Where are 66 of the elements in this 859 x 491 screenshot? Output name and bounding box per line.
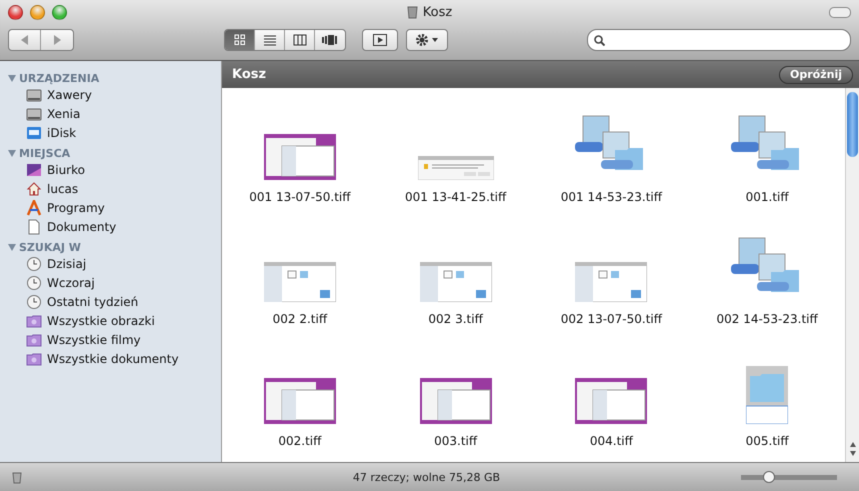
clock-icon bbox=[26, 274, 42, 290]
file-name[interactable]: 005.tiff bbox=[746, 434, 789, 448]
minimize-button[interactable] bbox=[30, 4, 45, 20]
trash-icon bbox=[406, 5, 418, 19]
file-name[interactable]: 002 2.tiff bbox=[272, 312, 328, 326]
scroll-thumb[interactable] bbox=[847, 92, 858, 157]
folder-thumbnail bbox=[746, 366, 788, 424]
folder-icon bbox=[26, 350, 42, 366]
document-icon bbox=[26, 218, 42, 234]
back-arrow-icon bbox=[20, 35, 28, 45]
sidebar-item[interactable]: Dzisiaj bbox=[47, 256, 86, 270]
status-text: 47 rzeczy; wolne 75,28 GB bbox=[352, 470, 502, 484]
slider-thumb[interactable] bbox=[762, 471, 774, 483]
clock-icon bbox=[26, 294, 42, 310]
sidebar-item[interactable]: Wczoraj bbox=[47, 276, 95, 290]
trash-icon[interactable] bbox=[12, 470, 22, 484]
folder-title: Kosz bbox=[232, 67, 266, 82]
icon-view-icon bbox=[234, 34, 246, 46]
file-name[interactable]: 003.tiff bbox=[434, 434, 478, 448]
scroll-arrows-icon[interactable] bbox=[848, 440, 856, 458]
search-field[interactable] bbox=[587, 29, 851, 51]
file-name[interactable]: 004.tiff bbox=[590, 434, 633, 448]
desktop-icon bbox=[26, 162, 42, 178]
file-name[interactable]: 001 14-53-23.tiff bbox=[560, 190, 662, 204]
file-name[interactable]: 001 13-07-50.tiff bbox=[249, 190, 351, 204]
clock-icon bbox=[26, 256, 42, 272]
sidebar-item[interactable]: iDisk bbox=[47, 126, 76, 140]
close-button[interactable] bbox=[8, 4, 23, 20]
sidebar-item[interactable]: Ostatni tydzień bbox=[47, 294, 138, 308]
file-name[interactable]: 002.tiff bbox=[278, 434, 322, 448]
disclosure-triangle-icon bbox=[8, 244, 16, 251]
home-icon bbox=[26, 180, 42, 196]
forward-arrow-icon bbox=[53, 35, 61, 45]
file-name[interactable]: 002 13-07-50.tiff bbox=[560, 312, 662, 326]
sidebar-item[interactable]: lucas bbox=[47, 182, 78, 196]
folder-icon bbox=[26, 312, 42, 328]
sidebar-item[interactable]: Wszystkie obrazki bbox=[47, 314, 155, 328]
column-view-icon bbox=[292, 34, 306, 46]
gear-icon bbox=[415, 33, 439, 47]
scrollbar[interactable] bbox=[845, 88, 859, 462]
search-icon bbox=[594, 34, 605, 46]
play-icon bbox=[373, 34, 387, 46]
file-name[interactable]: 002 14-53-23.tiff bbox=[716, 312, 818, 326]
toolbar-toggle-button[interactable] bbox=[829, 6, 851, 18]
hard-drive-icon bbox=[26, 86, 42, 102]
disclosure-triangle-icon bbox=[8, 150, 16, 157]
list-view-icon bbox=[264, 34, 276, 46]
window-title: Kosz bbox=[422, 4, 452, 20]
file-name[interactable]: 001 13-41-25.tiff bbox=[404, 190, 506, 204]
empty-trash-button[interactable]: Opróżnij bbox=[779, 66, 853, 84]
view-mode-button[interactable] bbox=[225, 30, 255, 50]
sidebar-item[interactable]: Xawery bbox=[47, 88, 92, 102]
sidebar-item[interactable]: Biurko bbox=[47, 162, 85, 176]
folder-icon bbox=[26, 332, 42, 348]
sidebar-item[interactable]: Wszystkie dokumenty bbox=[47, 352, 179, 366]
apps-icon bbox=[26, 200, 42, 216]
file-name[interactable]: 002 3.tiff bbox=[428, 312, 483, 326]
hard-drive-icon bbox=[26, 106, 42, 122]
sidebar-item[interactable]: Xenia bbox=[47, 106, 80, 120]
cover-flow-icon bbox=[322, 34, 338, 46]
sidebar-item[interactable]: Dokumenty bbox=[47, 220, 116, 234]
sidebar-item[interactable]: Wszystkie filmy bbox=[47, 332, 141, 346]
disclosure-triangle-icon bbox=[8, 75, 16, 82]
sidebar-item[interactable]: Programy bbox=[47, 200, 105, 214]
file-name[interactable]: 001.tiff bbox=[746, 190, 789, 204]
zoom-button[interactable] bbox=[52, 4, 67, 20]
